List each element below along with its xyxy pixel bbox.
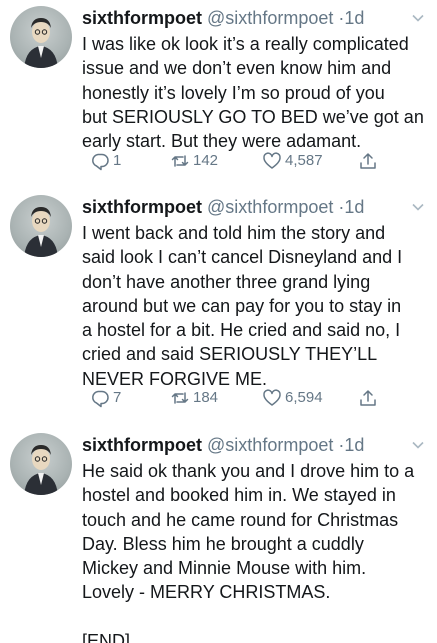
author-name[interactable]: sixthformpoet <box>82 435 202 455</box>
avatar[interactable] <box>10 195 72 257</box>
reply-count: 1 <box>113 152 122 169</box>
share-button[interactable] <box>358 387 381 409</box>
retweet-icon <box>171 392 189 404</box>
retweet-icon <box>171 155 189 167</box>
retweet-button[interactable]: 184 <box>170 387 218 409</box>
tweet-header: sixthformpoet @sixthformpoet ·1d <box>82 6 427 32</box>
tweet-text: He said ok thank you and I drove him to … <box>82 461 415 643</box>
author-name[interactable]: sixthformpoet <box>82 8 202 28</box>
tweet-actions: 1 142 4,587 <box>90 150 410 172</box>
reply-button[interactable]: 7 <box>90 387 121 409</box>
tweet-actions: 7 184 6,594 <box>90 387 410 409</box>
tweet-text: I was like ok look it’s a really complic… <box>82 34 424 152</box>
reply-icon <box>92 153 109 171</box>
avatar[interactable] <box>10 6 72 68</box>
author-handle[interactable]: @sixthformpoet <box>207 197 333 217</box>
chevron-down-icon[interactable] <box>411 438 425 452</box>
tweet-header: sixthformpoet @sixthformpoet ·1d <box>82 433 427 459</box>
like-icon <box>263 152 281 169</box>
timestamp[interactable]: 1d <box>344 197 364 217</box>
like-icon <box>263 389 281 406</box>
like-button[interactable]: 6,594 <box>262 387 323 409</box>
tweet-header: sixthformpoet @sixthformpoet ·1d <box>82 195 427 221</box>
like-count: 4,587 <box>285 152 323 169</box>
chevron-down-icon[interactable] <box>411 200 425 214</box>
reply-icon <box>92 390 109 408</box>
tweet-text: I went back and told him the story and s… <box>82 223 403 389</box>
chevron-down-icon[interactable] <box>411 11 425 25</box>
tweet[interactable]: sixthformpoet @sixthformpoet ·1d He said… <box>0 433 437 643</box>
share-icon <box>360 390 376 406</box>
tweet[interactable]: sixthformpoet @sixthformpoet ·1d I went … <box>0 195 437 415</box>
reply-button[interactable]: 1 <box>90 150 121 172</box>
author-name[interactable]: sixthformpoet <box>82 197 202 217</box>
timestamp[interactable]: 1d <box>344 8 364 28</box>
like-button[interactable]: 4,587 <box>262 150 323 172</box>
share-button[interactable] <box>358 150 381 172</box>
author-handle[interactable]: @sixthformpoet <box>207 8 333 28</box>
retweet-count: 184 <box>193 389 219 406</box>
reply-count: 7 <box>113 389 122 406</box>
like-count: 6,594 <box>285 389 323 406</box>
retweet-count: 142 <box>193 152 219 169</box>
avatar[interactable] <box>10 433 72 495</box>
retweet-button[interactable]: 142 <box>170 150 218 172</box>
author-handle[interactable]: @sixthformpoet <box>207 435 333 455</box>
timestamp[interactable]: 1d <box>344 435 364 455</box>
tweet[interactable]: sixthformpoet @sixthformpoet ·1d I was l… <box>0 6 437 176</box>
share-icon <box>360 153 376 169</box>
